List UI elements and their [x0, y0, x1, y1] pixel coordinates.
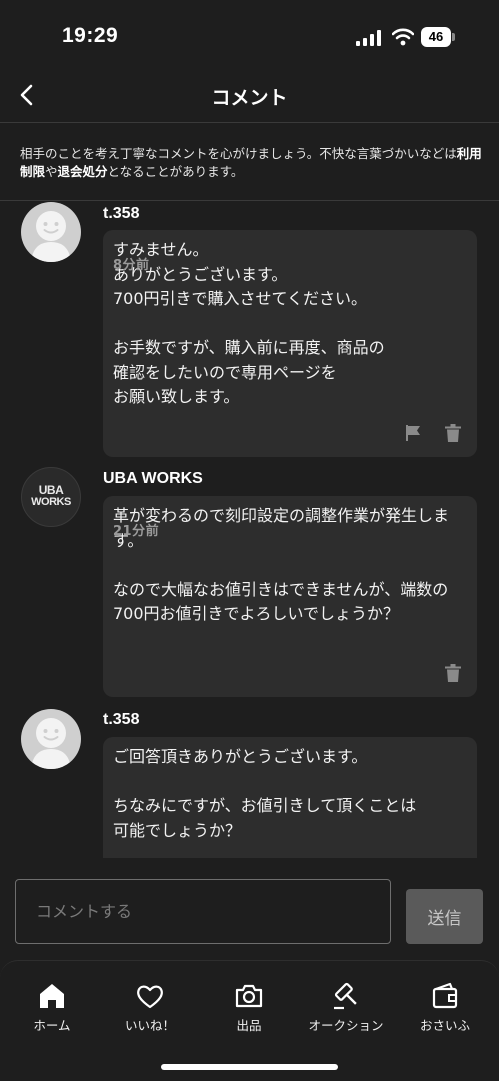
- heart-icon: [137, 985, 163, 1009]
- tab-auction[interactable]: オークション: [298, 981, 394, 1034]
- tab-label: おさいふ: [419, 1018, 470, 1033]
- cellular-signal-icon: [356, 30, 381, 46]
- tab-label: ホーム: [33, 1018, 71, 1033]
- tab-wallet[interactable]: おさいふ: [397, 981, 493, 1034]
- comment-username[interactable]: t.358: [103, 205, 139, 223]
- bottom-tab-bar: ホーム いいね！ 出品 オークション おさいふ: [0, 960, 499, 1081]
- comment-text: すみません。 ありがとうございます。 700円引きで購入させてください。 お手数…: [113, 240, 385, 406]
- trash-icon[interactable]: [445, 664, 461, 682]
- notice-text: となることがあります。: [107, 164, 244, 179]
- header: コメント: [0, 75, 499, 120]
- comment-time: 8分前: [113, 258, 150, 273]
- flag-icon[interactable]: [405, 425, 421, 441]
- battery-icon: 46: [421, 27, 455, 47]
- header-divider: [0, 122, 499, 123]
- wallet-icon: [432, 982, 458, 1009]
- comment-input-box[interactable]: [15, 879, 391, 944]
- tab-label: オークション: [308, 1018, 384, 1033]
- tab-label: いいね！: [124, 1018, 175, 1033]
- comment-time: 21分前: [113, 524, 160, 539]
- wifi-icon: [392, 28, 414, 46]
- comment-username[interactable]: t.358: [103, 711, 139, 729]
- comment-thread[interactable]: t.358 すみません。 ありがとうございます。 700円引きで購入させてくださ…: [0, 200, 499, 858]
- comment-bubble: すみません。 ありがとうございます。 700円引きで購入させてください。 お手数…: [103, 230, 477, 457]
- send-button[interactable]: 送信: [406, 889, 483, 944]
- gavel-icon: [334, 982, 357, 1010]
- home-icon: [40, 984, 64, 1008]
- page-title: コメント: [211, 88, 288, 109]
- etiquette-notice: 相手のことを考え丁寧なコメントを心がけましょう。不快な言葉づかいなどは利用制限や…: [20, 145, 485, 181]
- comment-username[interactable]: UBA WORKS: [103, 470, 203, 488]
- default-avatar-icon: [31, 718, 71, 769]
- comment-input[interactable]: [16, 880, 390, 943]
- comment-bubble: 革が変わるので刻印設定の調整作業が発生します。 なので大幅なお値引きはできません…: [103, 496, 477, 697]
- battery-level: 46: [421, 27, 451, 47]
- default-avatar-icon: [31, 211, 71, 262]
- notice-text: 相手のことを考え丁寧なコメントを心がけましょう。不快な言葉づかいなどは: [20, 146, 457, 161]
- tab-likes[interactable]: いいね！: [102, 981, 198, 1034]
- tab-label: 出品: [236, 1018, 262, 1033]
- avatar[interactable]: [21, 202, 81, 262]
- comment-text: 革が変わるので刻印設定の調整作業が発生します。 なので大幅なお値引きはできません…: [113, 506, 450, 623]
- status-bar: 19:29 46: [0, 0, 499, 75]
- comment-bubble: ご回答頂きありがとうございます。 ちなみにですが、お値引きして頂くことは 可能で…: [103, 737, 477, 858]
- camera-icon: [235, 984, 263, 1008]
- notice-text: や: [45, 164, 58, 179]
- trash-icon[interactable]: [445, 424, 461, 442]
- tab-sell[interactable]: 出品: [201, 981, 297, 1034]
- tab-home[interactable]: ホーム: [4, 981, 100, 1034]
- uba-works-logo: UBA WORKS: [31, 483, 71, 508]
- avatar[interactable]: UBA WORKS: [21, 467, 81, 527]
- avatar[interactable]: [21, 709, 81, 769]
- status-time: 19:29: [62, 24, 119, 47]
- notice-bold-withdrawal: 退会処分: [57, 164, 108, 179]
- home-indicator: [161, 1064, 338, 1070]
- comment-text: ご回答頂きありがとうございます。 ちなみにですが、お値引きして頂くことは 可能で…: [113, 747, 417, 840]
- comment-composer: 送信: [0, 858, 499, 963]
